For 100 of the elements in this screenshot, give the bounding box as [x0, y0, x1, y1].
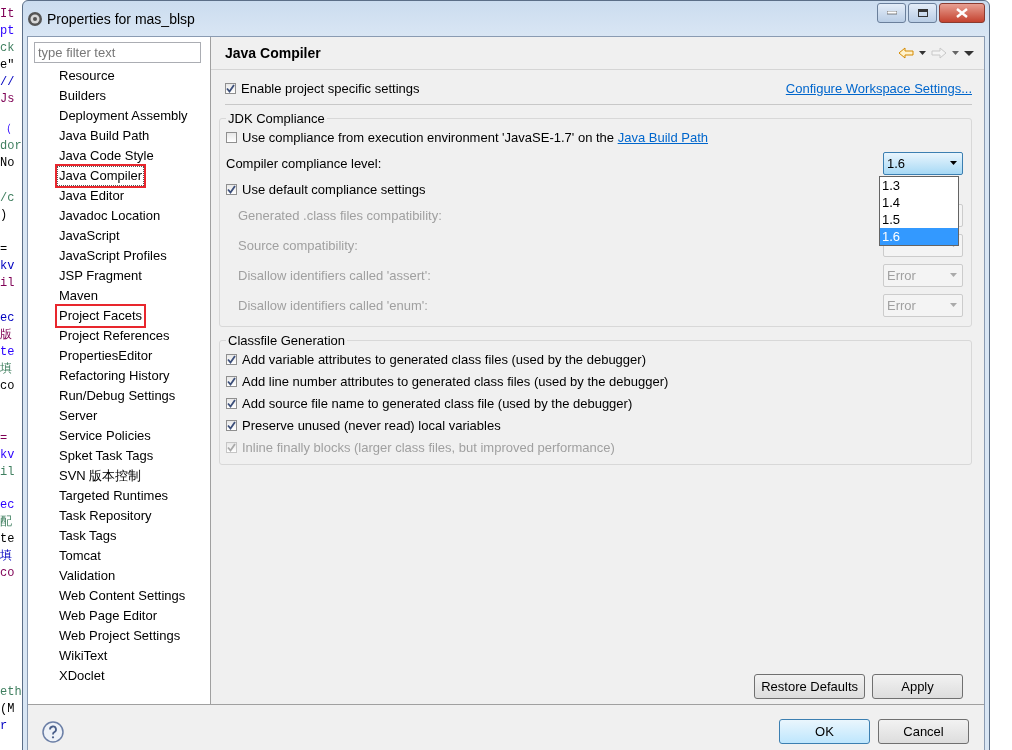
page-button[interactable]: Apply — [872, 674, 963, 699]
code-fragment: = — [0, 241, 9, 258]
page-title: Java Compiler — [225, 45, 321, 61]
sidebar-item[interactable]: Web Page Editor — [57, 606, 160, 626]
sidebar-item[interactable]: Project Facets — [57, 306, 145, 326]
code-fragment: = — [0, 430, 9, 447]
filter-field[interactable]: type filter text — [34, 42, 201, 63]
view-menu-icon[interactable] — [964, 50, 974, 56]
group-title: Classfile Generation — [227, 333, 347, 348]
sidebar-item[interactable]: Java Compiler — [57, 166, 145, 186]
code-fragment: il — [0, 275, 15, 292]
dialog-button[interactable]: Cancel — [878, 719, 969, 744]
sidebar-item[interactable]: Java Build Path — [57, 126, 152, 146]
dropdown-option[interactable]: 1.3 — [880, 177, 958, 194]
checkbox-label: Use compliance from execution environment 'JavaSE-1.7' on the Java Build Path — [242, 129, 708, 145]
code-fragment: kv — [0, 258, 15, 275]
code-fragment: // — [0, 74, 15, 91]
checkbox-label: Preserve unused (never read) local variables — [242, 417, 501, 433]
caret-icon[interactable] — [919, 51, 926, 55]
code-fragment: te — [0, 344, 15, 361]
sidebar-item[interactable]: Service Policies — [57, 426, 153, 446]
code-fragment: dor — [0, 138, 22, 155]
code-fragment: r — [0, 718, 9, 735]
page-button[interactable]: Restore Defaults — [754, 674, 865, 699]
code-fragment: No — [0, 155, 16, 172]
sidebar-item[interactable]: JavaScript — [57, 226, 122, 246]
caret-icon[interactable] — [952, 51, 959, 55]
code-fragment: co — [0, 565, 15, 582]
dropdown-option[interactable]: 1.5 — [880, 211, 958, 228]
code-fragment: It — [0, 6, 15, 23]
sidebar-item[interactable]: WikiText — [57, 646, 110, 666]
code-fragment: ) — [0, 207, 9, 224]
build-path-link[interactable]: Java Build Path — [617, 129, 708, 145]
compliance-dropdown[interactable]: 1.6 — [883, 151, 963, 175]
workspace-settings-link[interactable]: Configure Workspace Settings... — [785, 80, 972, 96]
sidebar-item[interactable]: JavaScript Profiles — [57, 246, 169, 266]
checkbox-label: Enable project specific settings — [241, 80, 420, 96]
sidebar-item[interactable]: SVN 版本控制 — [57, 466, 144, 486]
sidebar-item[interactable]: Project References — [57, 326, 172, 346]
code-fragment: ec — [0, 497, 15, 514]
code-fragment: co — [0, 378, 15, 395]
sidebar-item[interactable]: Builders — [57, 86, 108, 106]
code-fragment: ck — [0, 40, 15, 57]
sidebar-item[interactable]: Task Tags — [57, 526, 119, 546]
gear-icon — [27, 10, 43, 27]
checkbox-label: Use default compliance settings — [242, 181, 426, 197]
field-label: Source compatibility: — [238, 237, 358, 253]
sidebar-item[interactable]: Refactoring History — [57, 366, 172, 386]
group-title: JDK Compliance — [227, 111, 326, 126]
checkbox[interactable] — [226, 183, 237, 195]
code-fragment: 填 — [0, 548, 13, 565]
dialog-button[interactable]: OK — [779, 719, 870, 744]
help-icon[interactable] — [42, 720, 64, 743]
code-fragment: ec — [0, 310, 15, 327]
code-fragment: kv — [0, 447, 15, 464]
sidebar-item[interactable]: JSP Fragment — [57, 266, 144, 286]
code-fragment: /c — [0, 190, 15, 207]
sidebar-item[interactable]: Spket Task Tags — [57, 446, 156, 466]
checkbox[interactable] — [225, 82, 236, 94]
code-fragment: pt — [0, 23, 15, 40]
sidebar-item[interactable]: Task Repository — [57, 506, 154, 526]
sidebar-item[interactable]: Run/Debug Settings — [57, 386, 178, 406]
caret-icon — [950, 273, 957, 277]
checkbox[interactable] — [226, 419, 237, 431]
maximize-icon — [917, 8, 928, 17]
sidebar-item[interactable]: PropertiesEditor — [57, 346, 155, 366]
checkbox[interactable] — [226, 375, 237, 387]
sidebar-item[interactable]: XDoclet — [57, 666, 107, 686]
sidebar-item[interactable]: Targeted Runtimes — [57, 486, 171, 506]
sidebar-item[interactable]: Validation — [57, 566, 118, 586]
dropdown-option[interactable]: 1.4 — [880, 194, 958, 211]
field-label: Disallow identifiers called 'assert': — [238, 267, 431, 283]
sidebar-item[interactable]: Tomcat — [57, 546, 103, 566]
sidebar-item[interactable]: Web Content Settings — [57, 586, 188, 606]
close-button[interactable] — [939, 2, 985, 23]
code-fragment: 版 — [0, 327, 13, 344]
code-fragment: eth — [0, 684, 22, 701]
code-fragment: (M — [0, 701, 16, 718]
caret-icon — [950, 161, 957, 165]
sidebar-item[interactable]: Server — [57, 406, 100, 426]
sidebar-item[interactable]: Java Code Style — [57, 146, 156, 166]
maximize-button[interactable] — [908, 2, 937, 23]
checkbox[interactable] — [226, 353, 237, 365]
minimize-icon — [886, 10, 897, 15]
sidebar-item[interactable]: Deployment Assembly — [57, 106, 190, 126]
checkbox-label: Add source file name to generated class file (used by the debugger) — [242, 395, 633, 411]
caret-icon — [950, 303, 957, 307]
field-label: Disallow identifiers called 'enum': — [238, 297, 428, 313]
sidebar-item[interactable]: Resource — [57, 66, 117, 86]
code-fragment: e" — [0, 57, 15, 74]
window-title: Properties for mas_blsp — [47, 10, 195, 27]
code-fragment: il — [0, 464, 15, 481]
sidebar-item[interactable]: Javadoc Location — [57, 206, 163, 226]
checkbox[interactable] — [226, 397, 237, 409]
checkbox[interactable] — [226, 131, 237, 143]
code-fragment: Js — [0, 91, 15, 108]
sidebar-item[interactable]: Web Project Settings — [57, 626, 183, 646]
sidebar-item[interactable]: Maven — [57, 286, 101, 306]
sidebar-item[interactable]: Java Editor — [57, 186, 127, 206]
code-fragment: te — [0, 531, 15, 548]
